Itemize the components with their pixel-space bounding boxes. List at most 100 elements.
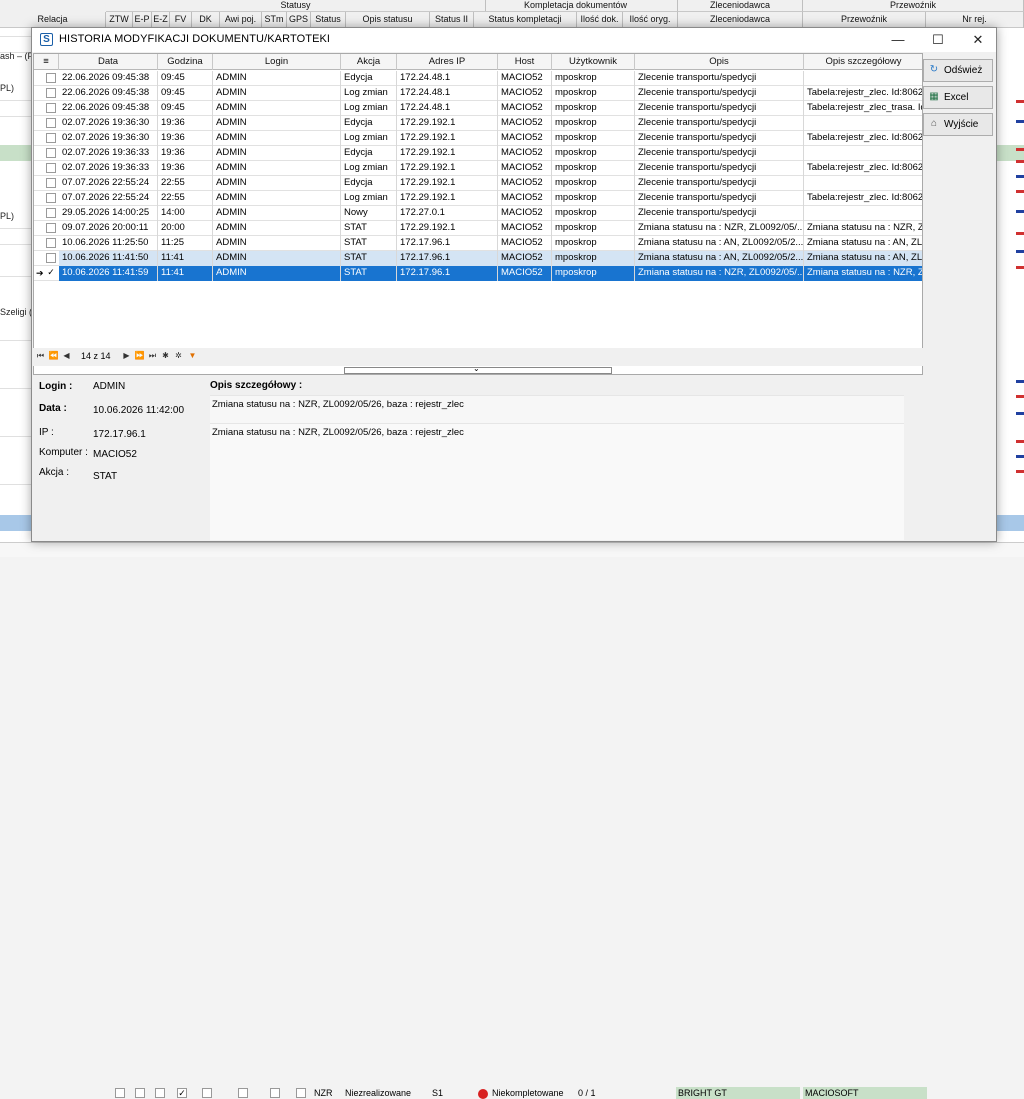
column-header-login[interactable]: Login [213, 54, 341, 70]
table-cell: mposkrop [552, 266, 635, 281]
table-row[interactable]: 22.06.2026 09:45:38 09:45 ADMIN Edycja 172.2… [34, 71, 922, 86]
next-page-icon[interactable]: ⏩ [134, 350, 145, 362]
table-row[interactable]: 07.07.2026 22:55:24 22:55 ADMIN Log zmian 17… [34, 191, 922, 206]
checkbox[interactable] [238, 1088, 248, 1098]
table-row[interactable]: 07.07.2026 22:55:24 22:55 ADMIN Edycja 172.2… [34, 176, 922, 191]
column-header-host[interactable]: Host [498, 54, 552, 70]
status-marker [1016, 232, 1024, 235]
opis-text-2[interactable]: Zmiana statusu na : NZR, ZL0092/05/26, b… [210, 423, 904, 540]
table-row[interactable]: 29.05.2026 14:00:25 14:00 ADMIN Nowy 172.27.… [34, 206, 922, 221]
table-cell: Edycja [341, 116, 397, 131]
row-checkbox[interactable] [46, 148, 56, 158]
checkbox[interactable] [155, 1088, 165, 1098]
row-checkbox[interactable] [46, 178, 56, 188]
table-row[interactable]: ➔ ✓ 10.06.2026 11:41:59 11:41 ADMIN STAT 172.1… [34, 266, 922, 281]
column-header-opis-szczegolowy[interactable]: Opis szczegółowy [804, 54, 922, 70]
prev-page-icon[interactable]: ⏪ [48, 350, 59, 362]
table-cell: mposkrop [552, 71, 635, 86]
background-right-panel [996, 28, 1024, 557]
checkbox[interactable] [135, 1088, 145, 1098]
checkbox[interactable] [296, 1088, 306, 1098]
row-checkbox[interactable] [46, 103, 56, 113]
table-cell: 22.06.2026 09:45:38 [59, 86, 158, 101]
table-cell: ADMIN [213, 266, 341, 281]
filter-icon[interactable]: ▼ [187, 350, 198, 362]
table-cell: Log zmian [341, 161, 397, 176]
table-cell: 02.07.2026 19:36:33 [59, 161, 158, 176]
column-header-opis[interactable]: Opis [635, 54, 804, 70]
history-dialog: S HISTORIA MODYFIKACJI DOKUMENTU/KARTOTE… [31, 27, 997, 542]
column-header-adres-ip[interactable]: Adres IP [397, 54, 498, 70]
insert-record-icon[interactable]: ✱ [160, 350, 171, 362]
table-cell: MACIO52 [498, 146, 552, 161]
first-record-icon[interactable]: ⏮ [35, 350, 46, 362]
table-cell: mposkrop [552, 146, 635, 161]
table-cell: ADMIN [213, 86, 341, 101]
table-row[interactable]: 02.07.2026 19:36:30 19:36 ADMIN Edycja 172.2… [34, 116, 922, 131]
prev-record-icon[interactable]: ◀ [61, 350, 72, 362]
table-row[interactable]: 02.07.2026 19:36:33 19:36 ADMIN Log zmian 17… [34, 161, 922, 176]
status-marker [1016, 175, 1024, 178]
panel-splitter[interactable]: ⌄ [344, 364, 612, 374]
table-row[interactable]: 22.06.2026 09:45:38 09:45 ADMIN Log zmian 17… [34, 101, 922, 116]
table-row[interactable]: 02.07.2026 19:36:33 19:36 ADMIN Edycja 172.2… [34, 146, 922, 161]
last-record-icon[interactable]: ⏭ [147, 350, 158, 362]
background-row-label: ash – (P [0, 51, 34, 61]
column-header-uzytkownik[interactable]: Użytkownik [552, 54, 635, 70]
next-record-icon[interactable]: ▶ [121, 350, 132, 362]
minimize-button[interactable]: — [878, 28, 918, 52]
background-row-label: PL) [0, 83, 15, 93]
row-checkbox[interactable] [46, 223, 56, 233]
column-menu-icon[interactable]: ≡ [34, 54, 59, 70]
table-cell: 10.06.2026 11:41:59 [59, 266, 158, 281]
table-cell [804, 71, 922, 86]
status-marker [1016, 148, 1024, 151]
checkbox[interactable] [115, 1088, 125, 1098]
table-row[interactable]: 10.06.2026 11:41:50 11:41 ADMIN STAT 172.17.… [34, 251, 922, 266]
row-checkbox[interactable] [46, 133, 56, 143]
table-row[interactable]: 02.07.2026 19:36:30 19:36 ADMIN Log zmian 17… [34, 131, 922, 146]
delete-record-icon[interactable]: ✲ [173, 350, 184, 362]
table-row[interactable]: 09.07.2026 20:00:11 20:00 ADMIN STAT 172.29.… [34, 221, 922, 236]
status-marker [1016, 470, 1024, 473]
row-checkbox[interactable] [46, 88, 56, 98]
table-row[interactable]: 22.06.2026 09:45:38 09:45 ADMIN Log zmian 17… [34, 86, 922, 101]
table-cell: 172.17.96.1 [397, 251, 498, 266]
opis-text-1[interactable]: Zmiana statusu na : NZR, ZL0092/05/26, b… [210, 395, 904, 423]
table-row[interactable]: 10.06.2026 11:25:50 11:25 ADMIN STAT 172.17.… [34, 236, 922, 251]
excel-button[interactable]: ▦ Excel [923, 86, 993, 109]
row-checkbox[interactable] [46, 238, 56, 248]
column-header-akcja[interactable]: Akcja [341, 54, 397, 70]
row-checkbox[interactable] [46, 253, 56, 263]
checkbox-checked[interactable]: ✓ [177, 1088, 187, 1098]
row-checkbox[interactable]: ✓ [46, 268, 56, 278]
background-column-header: Ilość oryg. [623, 12, 678, 28]
maximize-button[interactable]: ☐ [918, 28, 958, 52]
table-cell: ADMIN [213, 236, 341, 251]
table-cell: mposkrop [552, 221, 635, 236]
status-marker [1016, 190, 1024, 193]
close-button[interactable]: ✕ [958, 28, 998, 52]
column-header-godzina[interactable]: Godzina [158, 54, 213, 70]
checkbox[interactable] [202, 1088, 212, 1098]
background-column-header: Status II [430, 12, 474, 28]
row-checkbox[interactable] [46, 208, 56, 218]
row-checkbox[interactable] [46, 118, 56, 128]
column-header-data[interactable]: Data [59, 54, 158, 70]
status-marker [1016, 380, 1024, 383]
refresh-button[interactable]: ↻ Odśwież [923, 59, 993, 82]
row-checkbox[interactable] [46, 73, 56, 83]
table-cell [804, 146, 922, 161]
table-cell: 19:36 [158, 131, 213, 146]
table-cell: ADMIN [213, 101, 341, 116]
exit-button[interactable]: ⌂ Wyjście [923, 113, 993, 136]
table-cell: Zlecenie transportu/spedycji [635, 146, 804, 161]
bottom-status: NZR [314, 1088, 333, 1098]
history-grid: ≡ Data Godzina Login Akcja Adres IP Host… [33, 53, 923, 375]
exit-label: Wyjście [944, 119, 979, 130]
checkbox[interactable] [270, 1088, 280, 1098]
table-cell: 09:45 [158, 71, 213, 86]
table-cell: Zlecenie transportu/spedycji [635, 71, 804, 86]
row-checkbox[interactable] [46, 193, 56, 203]
row-checkbox[interactable] [46, 163, 56, 173]
